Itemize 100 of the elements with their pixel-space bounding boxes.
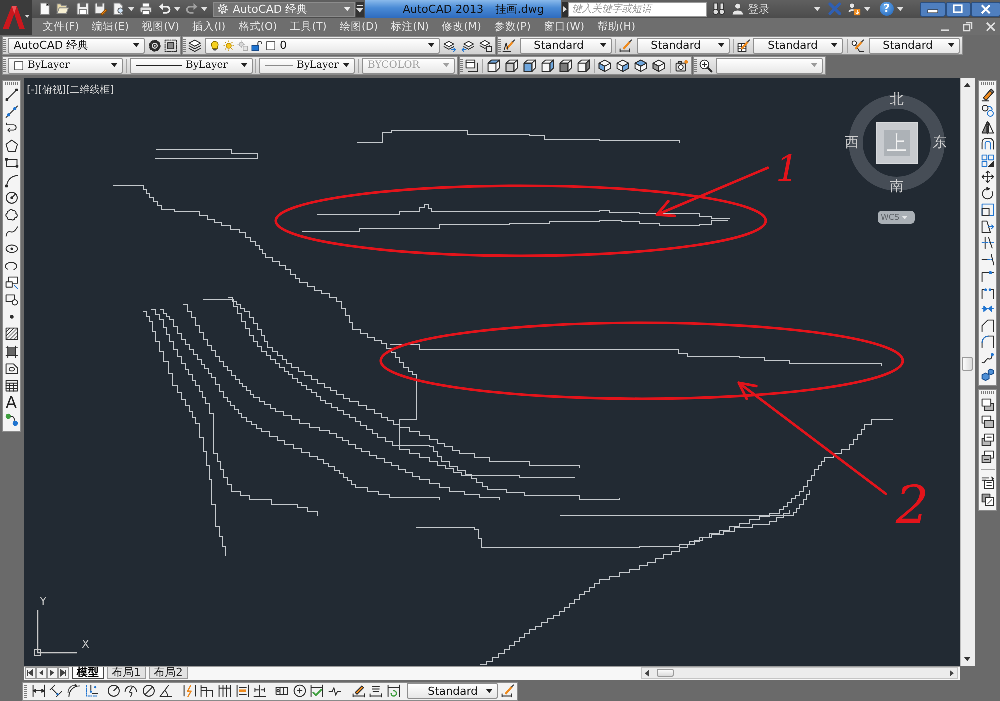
mirrored-triangles-icon[interactable] bbox=[980, 120, 994, 134]
region-shape-icon[interactable] bbox=[4, 362, 18, 376]
double-point-line-icon[interactable] bbox=[4, 105, 18, 120]
menu-item[interactable]: 绘图(D) bbox=[340, 20, 378, 34]
hatched-square-icon[interactable] bbox=[4, 327, 18, 342]
check-dimension-icon[interactable] bbox=[310, 684, 324, 698]
restore-icon[interactable] bbox=[963, 22, 973, 32]
maximize-icon[interactable] bbox=[946, 2, 971, 16]
menu-item[interactable]: 编辑(E) bbox=[92, 20, 130, 34]
last-arrow-icon[interactable] bbox=[58, 667, 69, 679]
layout-tab[interactable]: 布局2 bbox=[149, 667, 188, 679]
eraser-icon[interactable] bbox=[980, 88, 994, 102]
extend-line-icon[interactable] bbox=[980, 252, 994, 266]
text-tool-button[interactable]: A bbox=[4, 394, 18, 410]
refresh-dimension-icon[interactable] bbox=[387, 684, 401, 698]
scrollbar-thumb[interactable] bbox=[657, 669, 674, 677]
overlapping-rectangles-icon[interactable] bbox=[980, 415, 994, 429]
horizontal-scrollbar[interactable] bbox=[641, 667, 958, 679]
caret-icon[interactable] bbox=[897, 6, 904, 12]
table-grid-icon[interactable] bbox=[4, 378, 18, 393]
dotted-frame-icon[interactable] bbox=[164, 38, 178, 52]
open-folder-icon[interactable] bbox=[56, 2, 70, 16]
floppy-pencil-icon[interactable] bbox=[94, 2, 108, 16]
scattered-cubes-icon[interactable] bbox=[980, 368, 994, 382]
gear-icon[interactable] bbox=[148, 38, 162, 52]
square-grid-icon[interactable] bbox=[980, 154, 994, 168]
viewport-controls-label[interactable]: [-][俯视][二维线框] bbox=[27, 83, 114, 97]
menu-item[interactable]: 标注(N) bbox=[391, 20, 430, 34]
four-arrows-icon[interactable] bbox=[980, 170, 994, 184]
page-magnifier-icon[interactable] bbox=[112, 2, 126, 16]
multileader-style-dropdown[interactable]: Standard bbox=[869, 38, 960, 54]
stacked-layers-icon[interactable] bbox=[188, 38, 202, 52]
caret-icon[interactable] bbox=[864, 6, 871, 12]
app-logo-icon[interactable] bbox=[0, 0, 32, 35]
layers-arrow-icon[interactable] bbox=[443, 38, 457, 52]
circle-icon[interactable] bbox=[4, 190, 18, 205]
caret-icon[interactable] bbox=[201, 6, 208, 12]
spaced-dimension-icon[interactable] bbox=[236, 684, 250, 698]
menu-item[interactable]: 视图(V) bbox=[142, 20, 180, 34]
pencil-dimension-icon[interactable] bbox=[352, 684, 366, 698]
broken-dimension-icon[interactable] bbox=[253, 684, 267, 698]
layers-back-arrow-icon[interactable] bbox=[461, 38, 475, 52]
compass-label[interactable]: 东 bbox=[933, 135, 947, 151]
lightbulb-icon[interactable] bbox=[209, 40, 221, 52]
linked-dots-icon[interactable] bbox=[4, 412, 18, 427]
redo-arrow-icon[interactable] bbox=[185, 2, 199, 16]
offset-arcs-icon[interactable] bbox=[980, 137, 994, 151]
caret-icon[interactable] bbox=[950, 670, 954, 676]
lineweight-dropdown[interactable]: ByLayer bbox=[259, 58, 355, 74]
corner-dot-icon[interactable] bbox=[980, 269, 994, 283]
workspace-dropdown[interactable]: AutoCAD 经典 bbox=[8, 38, 145, 54]
spline-icon[interactable] bbox=[4, 224, 18, 239]
new-page-icon[interactable] bbox=[38, 2, 52, 16]
menu-item[interactable]: 修改(M) bbox=[442, 20, 482, 34]
compass-label[interactable]: 南 bbox=[890, 179, 904, 195]
layout-tab[interactable]: 模型 bbox=[72, 667, 104, 679]
nested-squares-icon[interactable] bbox=[980, 203, 994, 217]
color-dropdown[interactable]: ByLayer bbox=[8, 58, 123, 74]
dimension-style-dropdown[interactable]: Standard bbox=[637, 38, 730, 54]
cube-icon[interactable] bbox=[577, 58, 591, 72]
beveled-corner-icon[interactable] bbox=[980, 318, 994, 332]
cube-icon[interactable] bbox=[523, 58, 537, 72]
zoom-in-icon[interactable] bbox=[699, 58, 713, 72]
arc-dimension-icon[interactable] bbox=[67, 684, 81, 698]
scrollbar-thumb[interactable] bbox=[962, 357, 973, 371]
isometric-cube-icon[interactable] bbox=[616, 58, 630, 72]
trim-lines-icon[interactable] bbox=[980, 236, 994, 250]
jogged-arc-icon[interactable] bbox=[124, 684, 138, 698]
layout-tab[interactable]: 布局1 bbox=[107, 667, 146, 679]
lightning-dimension-icon[interactable] bbox=[183, 684, 197, 698]
brush-icon[interactable] bbox=[502, 38, 516, 52]
line-icon[interactable] bbox=[4, 88, 18, 102]
radius-circle-icon[interactable] bbox=[107, 684, 121, 698]
stretched-shape-icon[interactable] bbox=[980, 220, 994, 234]
caret-icon[interactable] bbox=[814, 6, 821, 12]
compass-label[interactable]: 北 bbox=[890, 92, 904, 108]
close-icon[interactable] bbox=[971, 2, 1000, 16]
user-icon[interactable] bbox=[731, 2, 745, 16]
window-frames-icon[interactable] bbox=[465, 58, 479, 72]
table-brush-icon[interactable] bbox=[737, 38, 751, 52]
compass-ring[interactable] bbox=[847, 93, 947, 193]
layer-dropdown[interactable]: 0 bbox=[205, 38, 440, 54]
overlapping-rectangles-icon[interactable] bbox=[980, 398, 994, 412]
menu-item[interactable]: 插入(I) bbox=[192, 20, 226, 34]
caret-icon[interactable] bbox=[174, 6, 181, 12]
linetype-dropdown[interactable]: ByLayer bbox=[130, 58, 253, 74]
caret-icon[interactable] bbox=[964, 83, 971, 88]
caret-icon[interactable] bbox=[964, 656, 971, 661]
ordinate-dimension-icon[interactable] bbox=[85, 684, 99, 698]
user-download-icon[interactable] bbox=[847, 2, 861, 16]
hatched-frame-icon[interactable] bbox=[980, 493, 994, 507]
caret-icon[interactable] bbox=[645, 670, 649, 676]
overlapping-rectangles-icon[interactable] bbox=[980, 432, 994, 446]
text-lines-frame-icon[interactable] bbox=[980, 476, 994, 490]
cube-icon[interactable] bbox=[541, 58, 555, 72]
first-arrow-icon[interactable] bbox=[25, 667, 36, 679]
pentagon-icon[interactable] bbox=[4, 139, 18, 154]
layers-page-icon[interactable] bbox=[479, 38, 493, 52]
help-button[interactable]: ? bbox=[880, 2, 894, 16]
vertical-scrollbar[interactable] bbox=[960, 78, 975, 666]
